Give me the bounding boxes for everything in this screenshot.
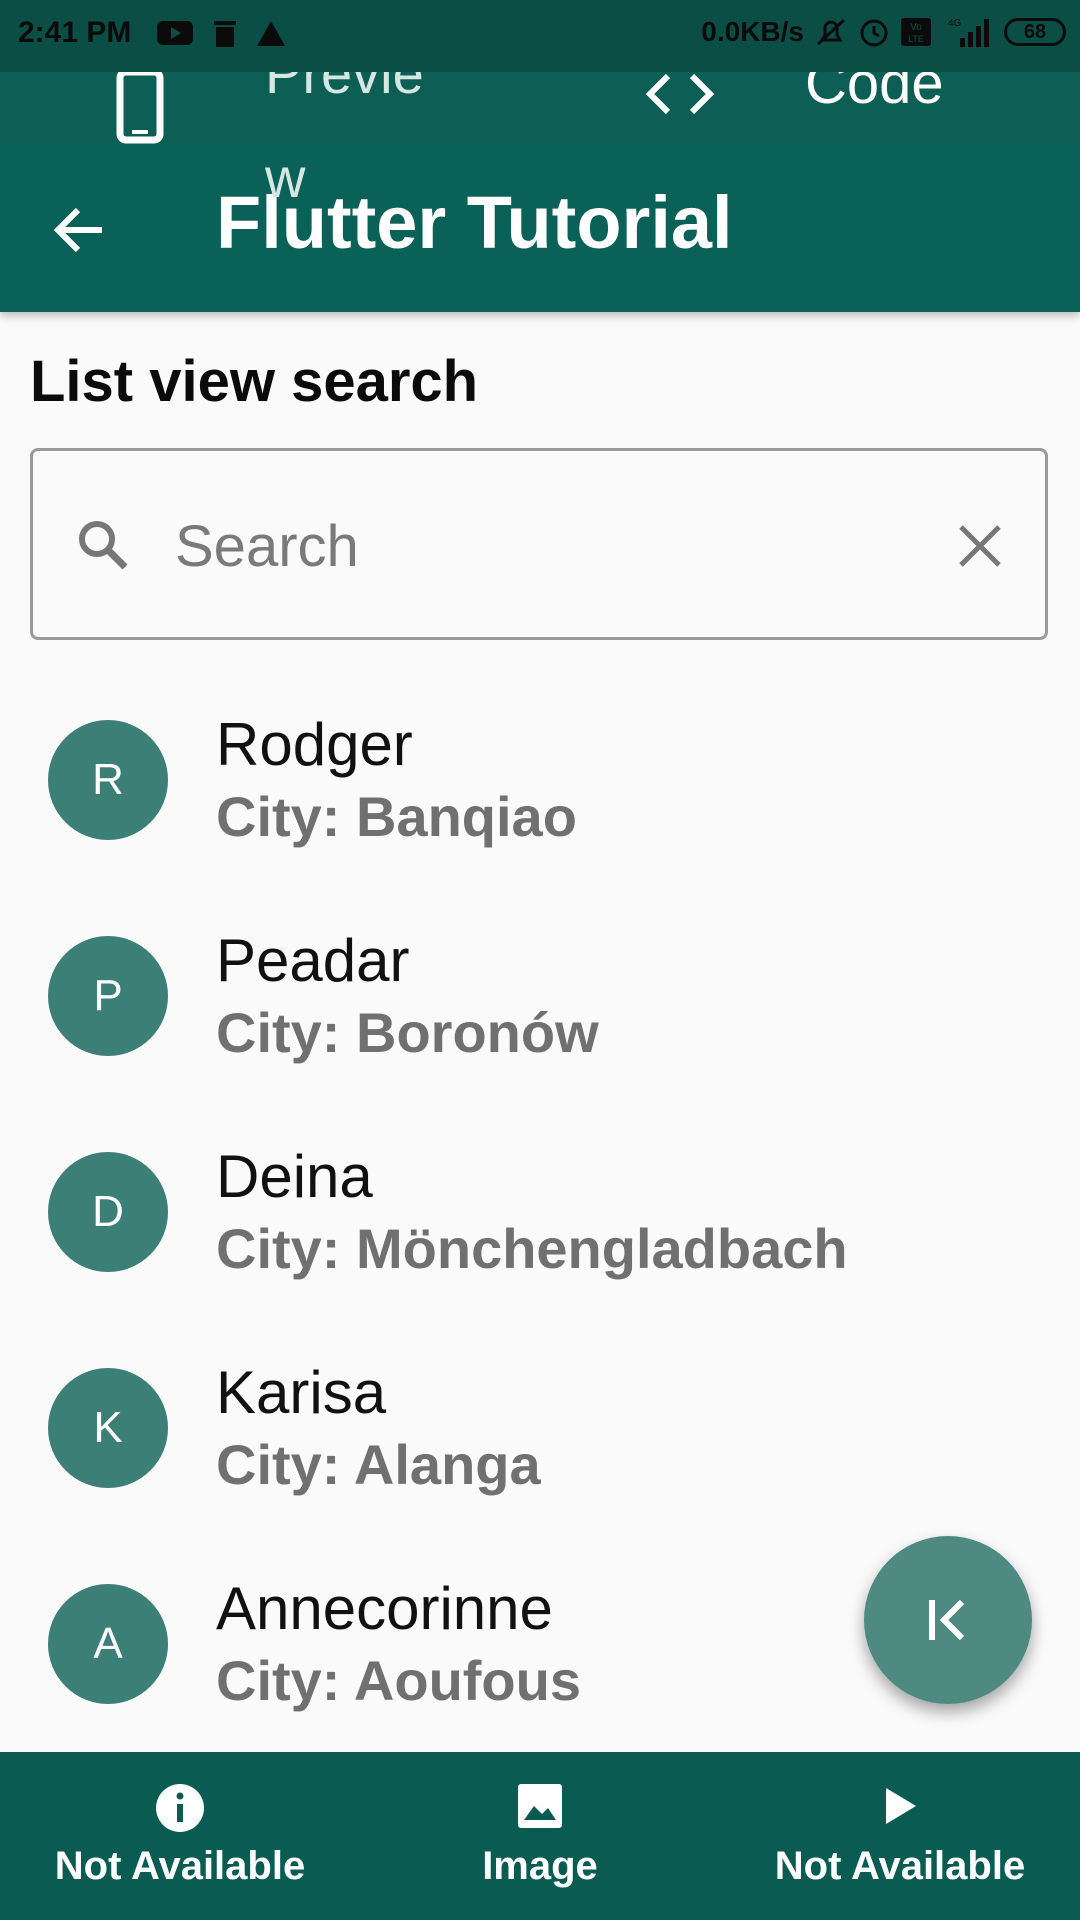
signal-icon: 4G: [948, 18, 989, 47]
clear-icon[interactable]: [957, 523, 1003, 569]
item-city: City: Mönchengladbach: [216, 1217, 848, 1280]
svg-text:4G: 4G: [948, 18, 962, 29]
nav-info-label: Not Available: [54, 1844, 306, 1888]
nav-image[interactable]: Image: [360, 1752, 720, 1920]
info-icon: [156, 1784, 204, 1832]
play-icon: [886, 1788, 916, 1824]
avatar: P: [48, 936, 168, 1056]
search-icon: [79, 521, 128, 570]
item-name: Deina: [216, 1143, 373, 1210]
list-item[interactable]: R Rodger City: Banqiao: [0, 690, 1080, 906]
delete-icon: [214, 21, 236, 47]
list-item[interactable]: D Deina City: Mönchengladbach: [0, 1122, 1080, 1338]
bottom-nav: Not Available Image Not Available: [0, 1752, 1080, 1920]
avatar: R: [48, 720, 168, 840]
item-name: Karisa: [216, 1359, 387, 1426]
nav-play[interactable]: Not Available: [720, 1752, 1080, 1920]
net-speed: 0.0KB/s: [701, 16, 804, 47]
list-item[interactable]: K Karisa City: Alanga: [0, 1338, 1080, 1554]
item-name: Annecorinne: [216, 1575, 553, 1642]
code-icon: [645, 73, 715, 115]
item-name: Rodger: [216, 711, 413, 778]
volte-icon: VoLTE: [901, 18, 931, 46]
mute-icon: [816, 18, 846, 46]
first-page-icon: [929, 1599, 965, 1641]
status-bar: 2:41 PM 0.0KB/s Vo LTE 4G 68: [0, 0, 1080, 72]
svg-text:Vo: Vo: [910, 22, 922, 33]
item-city: City: Boronów: [216, 1001, 599, 1064]
search-input[interactable]: [173, 505, 937, 587]
youtube-icon: [157, 21, 193, 45]
notification-icons: [156, 18, 286, 48]
tab-code[interactable]: Code: [630, 51, 1050, 144]
battery-level: 68: [1023, 20, 1047, 43]
nav-image-label: Image: [482, 1844, 598, 1888]
alarm-icon: [860, 19, 888, 47]
avatar: D: [48, 1152, 168, 1272]
item-city: City: Alanga: [216, 1433, 541, 1496]
status-right: 0.0KB/s Vo LTE 4G 68: [701, 16, 1066, 48]
nav-play-label: Not Available: [774, 1844, 1026, 1888]
image-icon: [518, 1784, 562, 1828]
tab-preview[interactable]: Preview: [100, 42, 460, 222]
search-box[interactable]: [30, 448, 1048, 640]
collapse-fab[interactable]: [864, 1536, 1032, 1704]
status-time: 2:41 PM: [18, 16, 132, 49]
avatar: K: [48, 1368, 168, 1488]
svg-text:LTE: LTE: [908, 34, 924, 44]
section-title: List view search: [30, 349, 479, 414]
warning-icon: [257, 21, 285, 46]
avatar: A: [48, 1584, 168, 1704]
item-city: City: Aoufous: [216, 1649, 581, 1712]
item-city: City: Banqiao: [216, 785, 577, 848]
preview-code-bar: Preview Code: [0, 42, 1080, 209]
list-item[interactable]: P Peadar City: Boronów: [0, 906, 1080, 1122]
item-name: Peadar: [216, 927, 410, 994]
battery-icon: 68: [1004, 18, 1066, 46]
nav-info[interactable]: Not Available: [0, 1752, 360, 1920]
